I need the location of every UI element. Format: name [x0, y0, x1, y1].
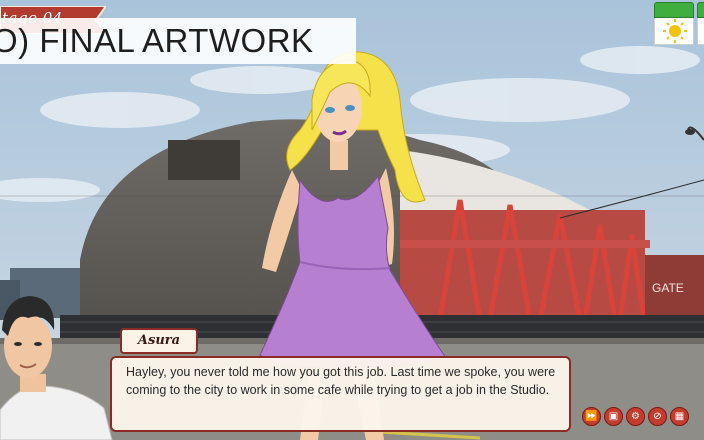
- skip-icon: ⏩: [585, 411, 598, 422]
- settings-button[interactable]: ⚙: [626, 407, 645, 426]
- hide-ui-icon: ⊘: [653, 411, 662, 422]
- banner-title: O) FINAL ARTWORK: [0, 22, 314, 59]
- dialogue-text: Hayley, you never told me how you got th…: [126, 365, 556, 397]
- save-icon: ▣: [608, 411, 619, 422]
- skip-button[interactable]: ⏩: [582, 407, 601, 426]
- gallery-icon: ▦: [674, 411, 685, 422]
- settings-icon: ⚙: [631, 411, 640, 422]
- hide-ui-button[interactable]: ⊘: [648, 407, 667, 426]
- speaker-name-box: Asura: [120, 328, 198, 354]
- speaker-name: Asura: [137, 333, 181, 348]
- dialogue-box[interactable]: Hayley, you never told me how you got th…: [110, 356, 571, 432]
- calendar-icon[interactable]: [697, 2, 704, 45]
- gallery-button[interactable]: ▦: [670, 407, 689, 426]
- save-button[interactable]: ▣: [604, 407, 623, 426]
- day-sun-icon[interactable]: [654, 2, 694, 45]
- title-banner: O) FINAL ARTWORK: [0, 18, 356, 64]
